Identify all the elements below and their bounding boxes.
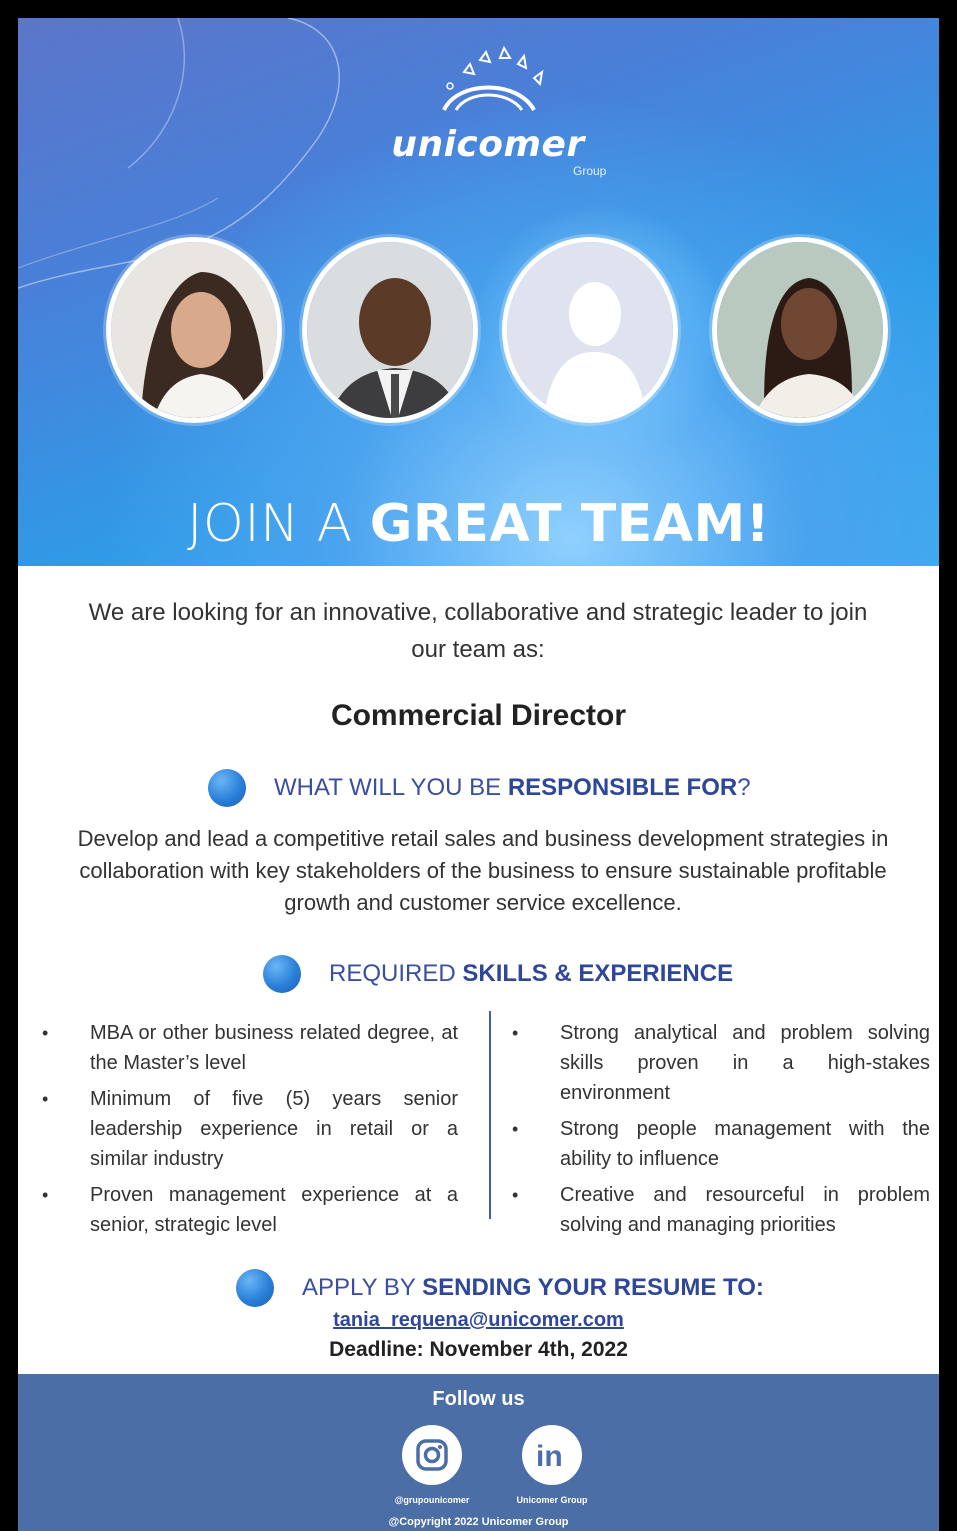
section-responsible: WHAT WILL YOU BE RESPONSIBLE FOR?	[208, 768, 751, 808]
headline-bold: GREAT TEAM!	[369, 494, 770, 554]
section-title: APPLY BY SENDING YOUR RESUME TO:	[302, 1274, 764, 1301]
linkedin-icon[interactable]: in	[522, 1425, 582, 1485]
team-photo-1	[106, 237, 282, 423]
team-photo-2	[302, 237, 478, 423]
section-apply: APPLY BY SENDING YOUR RESUME TO:	[236, 1268, 764, 1308]
placeholder-avatar-icon	[502, 237, 678, 423]
instagram-handle[interactable]: @grupounicomer	[372, 1495, 492, 1505]
instagram-icon[interactable]	[402, 1425, 462, 1485]
headline-light: JOIN A	[187, 494, 370, 554]
skill-item: Creative and resourceful in problem solv…	[508, 1180, 930, 1240]
skills-right-column: Strong analytical and problem solving sk…	[508, 1018, 930, 1246]
headline: JOIN A GREAT TEAM!	[18, 494, 939, 554]
svg-text:in: in	[536, 1440, 563, 1472]
responsibility-text: Develop and lead a competitive retail sa…	[77, 826, 889, 915]
brand-name: unicomer	[391, 124, 585, 165]
skill-item: Strong people management with the abilit…	[508, 1114, 930, 1174]
section-title: WHAT WILL YOU BE RESPONSIBLE FOR?	[274, 774, 751, 801]
skill-item: MBA or other business related degree, at…	[38, 1018, 458, 1078]
team-photo-4	[712, 237, 888, 423]
intro-text: We are looking for an innovative, collab…	[88, 599, 868, 663]
email-link[interactable]: tania_requena@unicomer.com	[18, 1309, 939, 1332]
skill-item: Strong analytical and problem solving sk…	[508, 1018, 930, 1108]
sun-logo-icon	[442, 45, 544, 112]
follow-us-label: Follow us	[432, 1388, 525, 1410]
job-title: Commercial Director	[330, 699, 627, 732]
hero-banner: unicomer Group JOIN A GREAT TEAM!	[18, 18, 939, 566]
skills-left-column: MBA or other business related degree, at…	[38, 1018, 458, 1246]
flyer: unicomer Group JOIN A GREAT TEAM! We are…	[18, 18, 939, 1531]
linkedin-handle[interactable]: Unicomer Group	[492, 1495, 612, 1505]
skill-item: Minimum of five (5) years senior leaders…	[38, 1084, 458, 1174]
bullet-dot-icon	[236, 1269, 274, 1307]
bullet-dot-icon	[208, 769, 246, 807]
brand-sub: Group	[573, 164, 607, 178]
skill-item: Proven management experience at a senior…	[38, 1180, 458, 1240]
deadline: Deadline: November 4th, 2022	[329, 1338, 628, 1361]
copyright: @Copyright 2022 Unicomer Group	[388, 1516, 569, 1528]
unicomer-logo: unicomer Group	[358, 40, 618, 190]
section-title: REQUIRED SKILLS & EXPERIENCE	[329, 960, 734, 987]
footer: Follow us in @grupounicomer Unicomer Gro…	[18, 1374, 939, 1531]
bullet-dot-icon	[263, 955, 301, 993]
column-divider	[489, 1011, 491, 1219]
section-skills: REQUIRED SKILLS & EXPERIENCE	[263, 954, 733, 994]
